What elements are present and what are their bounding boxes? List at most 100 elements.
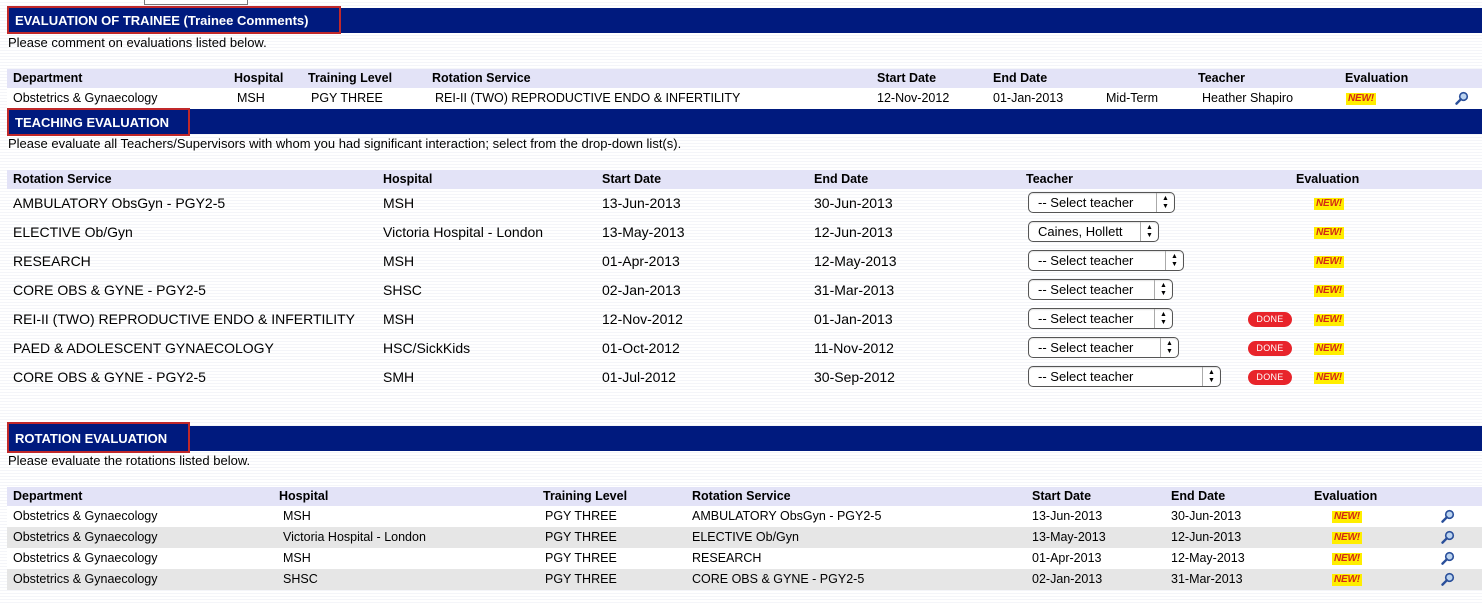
teacher-select-value: -- Select teacher <box>1038 340 1134 355</box>
teaching-row-rotation-service: CORE OBS & GYNE - PGY2-5 <box>13 369 206 385</box>
teaching-row-rotation-service: AMBULATORY ObsGyn - PGY2-5 <box>13 195 226 211</box>
rotation-new-badge[interactable]: NEW! <box>1332 553 1362 565</box>
rotation-row-hospital: SHSC <box>283 572 318 586</box>
teacher-select[interactable]: -- Select teacher ▲ ▼ <box>1028 279 1173 300</box>
teaching-row-start-date: 13-May-2013 <box>602 224 685 240</box>
trainee-header-department: Department <box>13 71 83 85</box>
rotation-header-department: Department <box>13 489 83 503</box>
teaching-row-rotation-service: RESEARCH <box>13 253 91 269</box>
teaching-row-end-date: 11-Nov-2012 <box>814 340 894 356</box>
rotation-header-end-date: End Date <box>1171 489 1226 503</box>
teaching-row-hospital: HSC/SickKids <box>383 340 471 356</box>
rotation-new-badge[interactable]: NEW! <box>1332 511 1362 523</box>
teaching-new-badge[interactable]: NEW! <box>1314 198 1344 210</box>
rotation-row-training-level: PGY THREE <box>545 572 617 586</box>
rotation-row-department: Obstetrics & Gynaecology <box>13 509 158 523</box>
teaching-row-rotation-service: PAED & ADOLESCENT GYNAECOLOGY <box>13 340 274 356</box>
trainee-row-hospital: MSH <box>237 91 265 105</box>
rotation-row-training-level: PGY THREE <box>545 530 617 544</box>
select-arrows-icon: ▲ ▼ <box>1140 222 1158 241</box>
rotation-header-hospital: Hospital <box>279 489 329 503</box>
teaching-row-start-date: 01-Apr-2013 <box>602 253 680 269</box>
trainee-header-evaluation: Evaluation <box>1345 71 1409 85</box>
rotation-row-start-date: 02-Jan-2013 <box>1032 572 1103 586</box>
magnifier-icon[interactable] <box>1441 509 1455 523</box>
teaching-instructions: Please evaluate all Teachers/Supervisors… <box>8 136 682 151</box>
teaching-new-badge[interactable]: NEW! <box>1314 343 1344 355</box>
rotation-row-training-level: PGY THREE <box>545 509 617 523</box>
trainee-row-rotation-service: REI-II (TWO) REPRODUCTIVE ENDO & INFERTI… <box>435 91 741 105</box>
teacher-select-value: Caines, Hollett <box>1038 224 1123 239</box>
teaching-row-start-date: 12-Nov-2012 <box>602 311 683 327</box>
rotation-section-bar <box>7 426 1482 451</box>
teacher-select[interactable]: -- Select teacher ▲ ▼ <box>1028 366 1221 387</box>
rotation-row-department: Obstetrics & Gynaecology <box>13 572 158 586</box>
teaching-new-badge[interactable]: NEW! <box>1314 256 1344 268</box>
magnifier-icon[interactable] <box>1455 91 1469 105</box>
rotation-instructions: Please evaluate the rotations listed bel… <box>8 453 251 468</box>
trainee-new-badge[interactable]: NEW! <box>1346 93 1376 105</box>
magnifier-icon[interactable] <box>1441 572 1455 586</box>
select-arrows-icon: ▲ ▼ <box>1165 251 1183 270</box>
select-arrows-icon: ▲ ▼ <box>1156 193 1174 212</box>
teaching-row-hospital: MSH <box>383 195 415 211</box>
rotation-header-rotation-service: Rotation Service <box>692 489 791 503</box>
rotation-row-start-date: 13-Jun-2013 <box>1032 509 1103 523</box>
rotation-header-evaluation: Evaluation <box>1314 489 1378 503</box>
trainee-instructions: Please comment on evaluations listed bel… <box>8 35 267 50</box>
teaching-new-badge[interactable]: NEW! <box>1314 372 1344 384</box>
top-control-edge <box>144 0 248 5</box>
teaching-header-start-date: Start Date <box>602 172 662 186</box>
rotation-row-start-date: 01-Apr-2013 <box>1032 551 1102 565</box>
teaching-new-badge[interactable]: NEW! <box>1314 285 1344 297</box>
trainee-row-teacher: Heather Shapiro <box>1202 91 1294 105</box>
rotation-row-rotation-service: CORE OBS & GYNE - PGY2-5 <box>692 572 865 586</box>
teaching-header-evaluation: Evaluation <box>1296 172 1360 186</box>
rotation-row-department: Obstetrics & Gynaecology <box>13 551 158 565</box>
teaching-section-title: TEACHING EVALUATION <box>7 108 190 136</box>
rotation-row-training-level: PGY THREE <box>545 551 617 565</box>
teaching-row-end-date: 30-Jun-2013 <box>814 195 893 211</box>
trainee-header-teacher: Teacher <box>1198 71 1246 85</box>
rotation-row-end-date: 30-Jun-2013 <box>1171 509 1242 523</box>
select-arrows-icon: ▲ ▼ <box>1154 280 1172 299</box>
trainee-header-hospital: Hospital <box>234 71 284 85</box>
teaching-row-end-date: 30-Sep-2012 <box>814 369 895 385</box>
teacher-select-value: -- Select teacher <box>1038 311 1134 326</box>
rotation-row-rotation-service: RESEARCH <box>692 551 762 565</box>
trainee-row-term: Mid-Term <box>1106 91 1159 105</box>
done-badge[interactable]: DONE <box>1248 370 1292 385</box>
teacher-select[interactable]: -- Select teacher ▲ ▼ <box>1028 308 1173 329</box>
teacher-select[interactable]: -- Select teacher ▲ ▼ <box>1028 250 1184 271</box>
teacher-select-value: -- Select teacher <box>1038 282 1134 297</box>
trainee-header-rotation-service: Rotation Service <box>432 71 531 85</box>
teaching-row-end-date: 12-May-2013 <box>814 253 897 269</box>
teacher-select-value: -- Select teacher <box>1038 369 1134 384</box>
teaching-section-bar <box>7 109 1482 134</box>
teaching-row-hospital: SMH <box>383 369 415 385</box>
teaching-row-rotation-service: ELECTIVE Ob/Gyn <box>13 224 133 240</box>
teaching-row-start-date: 13-Jun-2013 <box>602 195 681 211</box>
magnifier-icon[interactable] <box>1441 530 1455 544</box>
teacher-select[interactable]: -- Select teacher ▲ ▼ <box>1028 192 1175 213</box>
trainee-section-title: EVALUATION OF TRAINEE (Trainee Comments) <box>7 6 341 34</box>
rotation-header-start-date: Start Date <box>1032 489 1092 503</box>
teaching-new-badge[interactable]: NEW! <box>1314 314 1344 326</box>
rotation-row-hospital: Victoria Hospital - London <box>283 530 426 544</box>
rotation-row-rotation-service: AMBULATORY ObsGyn - PGY2-5 <box>692 509 882 523</box>
teaching-header-teacher: Teacher <box>1026 172 1074 186</box>
rotation-new-badge[interactable]: NEW! <box>1332 532 1362 544</box>
teaching-row-hospital: Victoria Hospital - London <box>383 224 544 240</box>
teaching-row-end-date: 12-Jun-2013 <box>814 224 893 240</box>
magnifier-icon[interactable] <box>1441 551 1455 565</box>
done-badge[interactable]: DONE <box>1248 341 1292 356</box>
teaching-new-badge[interactable]: NEW! <box>1314 227 1344 239</box>
trainee-row-end-date: 01-Jan-2013 <box>993 91 1064 105</box>
teacher-select[interactable]: Caines, Hollett ▲ ▼ <box>1028 221 1159 242</box>
teaching-row-start-date: 01-Oct-2012 <box>602 340 680 356</box>
trainee-row-start-date: 12-Nov-2012 <box>877 91 950 105</box>
rotation-new-badge[interactable]: NEW! <box>1332 574 1362 586</box>
select-arrows-icon: ▲ ▼ <box>1154 309 1172 328</box>
done-badge[interactable]: DONE <box>1248 312 1292 327</box>
teacher-select[interactable]: -- Select teacher ▲ ▼ <box>1028 337 1179 358</box>
